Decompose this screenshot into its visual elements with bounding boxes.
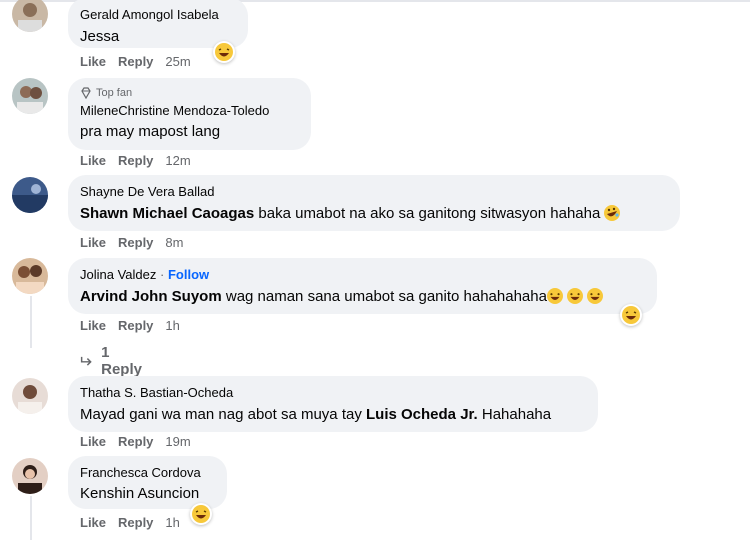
timestamp[interactable]: 1h: [165, 515, 179, 530]
reply-arrow-icon: [80, 356, 92, 366]
laughing-emoji-icon: [215, 43, 233, 61]
avatar[interactable]: [12, 78, 48, 114]
comment-actions: Like Reply 12m: [80, 153, 191, 168]
comment-bubble: Top fan MileneChristine Mendoza-Toledo p…: [68, 78, 311, 150]
comment-bubble: Franchesca Cordova Kenshin Asuncion: [68, 456, 227, 509]
laughing-emoji-icon: [622, 306, 640, 324]
timestamp[interactable]: 19m: [165, 434, 190, 449]
mention[interactable]: Luis Ocheda Jr.: [366, 406, 478, 423]
mention[interactable]: Shawn Michael Caoagas: [80, 205, 254, 222]
avatar[interactable]: [12, 177, 48, 213]
like-button[interactable]: Like: [80, 54, 106, 69]
thread-line: [30, 496, 32, 540]
like-button[interactable]: Like: [80, 318, 106, 333]
comment-bubble: Jolina Valdez · Follow Arvind John Suyom…: [68, 258, 657, 314]
timestamp[interactable]: 12m: [165, 153, 190, 168]
comment-author[interactable]: MileneChristine Mendoza-Toledo: [80, 102, 299, 119]
top-fan-badge: Top fan: [80, 86, 299, 100]
mention[interactable]: Arvind John Suyom: [80, 288, 222, 305]
like-button[interactable]: Like: [80, 515, 106, 530]
comment-author[interactable]: Shayne De Vera Ballad: [80, 183, 668, 200]
comment-actions: Like Reply 25m: [80, 54, 191, 69]
top-fan-diamond-icon: [81, 87, 91, 99]
comment-text: wag naman sana umabot sa ganito hahahaha…: [221, 288, 547, 305]
reply-button[interactable]: Reply: [118, 153, 153, 168]
comment-text: baka umabot na ako sa ganitong sitwasyon…: [254, 205, 601, 222]
timestamp[interactable]: 25m: [165, 54, 190, 69]
rofl-emoji-icon: [604, 205, 621, 221]
reply-button[interactable]: Reply: [118, 318, 153, 333]
reaction-badge[interactable]: [620, 304, 642, 326]
view-replies-button[interactable]: 1 Reply: [80, 344, 145, 378]
avatar[interactable]: [12, 378, 48, 414]
follow-button[interactable]: Follow: [168, 267, 209, 282]
mention[interactable]: Kenshin Asuncion: [80, 485, 199, 502]
laughing-emoji-icon: [586, 288, 603, 304]
reply-button[interactable]: Reply: [118, 434, 153, 449]
laughing-emoji-icon: [192, 505, 210, 523]
comment-text: Mayad gani wa man nag abot sa muya tay: [80, 406, 366, 423]
comment-author[interactable]: Thatha S. Bastian-Ocheda: [80, 384, 586, 401]
comment-bubble: Shayne De Vera Ballad Shawn Michael Caoa…: [68, 175, 680, 231]
comment-text: pra may mapost lang: [80, 123, 221, 140]
reply-button[interactable]: Reply: [118, 235, 153, 250]
comment-author[interactable]: Gerald Amongol Isabela: [80, 6, 236, 23]
timestamp[interactable]: 1h: [165, 318, 179, 333]
laughing-emoji-icon: [546, 288, 563, 304]
comment-actions: Like Reply 8m: [80, 235, 183, 250]
avatar[interactable]: [12, 258, 48, 294]
like-button[interactable]: Like: [80, 153, 106, 168]
comment-actions: Like Reply 19m: [80, 434, 191, 449]
like-button[interactable]: Like: [80, 434, 106, 449]
mention[interactable]: Jessa: [80, 28, 119, 45]
reaction-badge[interactable]: [190, 503, 212, 525]
comment-author[interactable]: Franchesca Cordova: [80, 464, 215, 481]
timestamp[interactable]: 8m: [165, 235, 183, 250]
reply-button[interactable]: Reply: [118, 54, 153, 69]
reply-button[interactable]: Reply: [118, 515, 153, 530]
thread-line: [30, 296, 32, 348]
comment-author[interactable]: Jolina Valdez: [80, 267, 156, 282]
comment-actions: Like Reply 1h: [80, 318, 180, 333]
comment-text-end: Hahahaha: [477, 406, 552, 423]
avatar[interactable]: [12, 458, 48, 494]
laughing-emoji-icon: [566, 288, 583, 304]
avatar[interactable]: [12, 0, 48, 32]
comment-bubble: Thatha S. Bastian-Ocheda Mayad gani wa m…: [68, 376, 598, 432]
reaction-badge[interactable]: [213, 41, 235, 63]
like-button[interactable]: Like: [80, 235, 106, 250]
comment-actions: Like Reply 1h: [80, 515, 180, 530]
